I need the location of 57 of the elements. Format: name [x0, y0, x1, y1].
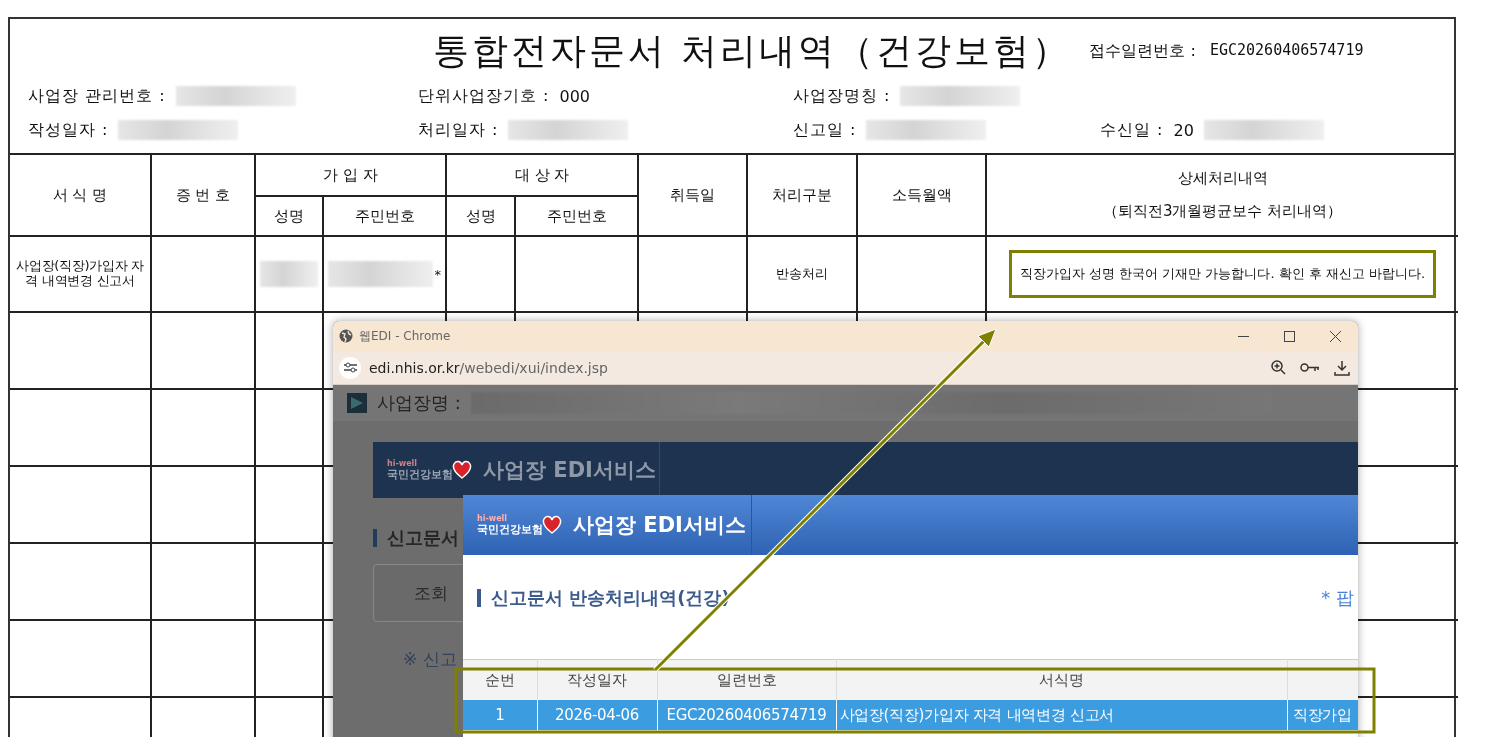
field-label: 처리일자 :: [418, 119, 499, 141]
column-header: 작성일자: [537, 659, 657, 700]
field-value: 000: [559, 86, 591, 106]
highlighted-message: 직장가입자 성명 한국어 기재만 가능합니다. 확인 후 재신고 바랍니다.: [1008, 250, 1437, 298]
column-header: 소득월액: [891, 185, 952, 204]
globe-icon: [339, 329, 353, 343]
table-cell: 반송처리: [776, 266, 829, 281]
field-label: 단위사업장기호 :: [418, 85, 550, 107]
service-title: 사업장 EDI서비스: [573, 512, 746, 539]
column-header: 증 번 호: [175, 185, 231, 204]
column-header: 상세처리내역: [1177, 169, 1268, 187]
column-header: 서식명: [836, 659, 1287, 700]
window-title: 웹EDI - Chrome: [359, 327, 451, 345]
column-header: 주민번호: [323, 196, 446, 236]
popup-title: 신고문서 반송처리내역(건강): [491, 586, 730, 610]
logo: hi-well 국민건강보험: [477, 515, 563, 535]
table-cell: 사업장(직장)가입자 자격 내역변경 신고서: [839, 705, 1114, 724]
zoom-in-icon[interactable]: [1271, 360, 1286, 375]
table-cell: 1: [495, 706, 505, 724]
address-field[interactable]: edi.nhis.or.kr/webedi/xui/index.jsp: [369, 359, 608, 376]
field-label: 작성일자 :: [28, 119, 109, 141]
app-icon: [347, 393, 367, 413]
field-label: 사업장명칭 :: [793, 85, 891, 107]
minimize-icon: [1237, 335, 1249, 337]
table-cell: *: [434, 266, 441, 282]
note-text: ※ 신고: [403, 648, 458, 671]
field-label: 신고일 :: [793, 119, 857, 141]
download-icon[interactable]: [1334, 359, 1350, 376]
table-cell: 2026-04-06: [554, 706, 640, 724]
receipt-label: 접수일련번호 :: [1089, 40, 1196, 62]
section-title: 신고문서: [387, 526, 459, 550]
service-title: 사업장 EDI서비스: [483, 457, 656, 484]
business-name-label: 사업장명 :: [377, 391, 461, 415]
maximize-icon: [1283, 330, 1295, 342]
column-header: 취득일: [670, 185, 716, 204]
field-label: 사업장 관리번호 :: [28, 85, 166, 107]
column-subheader: （퇴직전3개월평균보수 처리내역）: [1101, 202, 1344, 221]
key-icon[interactable]: [1300, 362, 1320, 373]
column-header: 성명: [255, 196, 323, 236]
column-header: 순번: [463, 659, 537, 700]
field-label: 수신일 :: [1100, 119, 1164, 141]
notice-text: * 팝: [1321, 586, 1355, 610]
column-header: 일련번호: [657, 659, 836, 700]
table-cell-text: 사업장(직장)가입자 자격 내역변경 신고서: [15, 259, 145, 289]
column-header: 처리구분: [772, 185, 833, 204]
column-header: 성명: [446, 196, 515, 236]
site-settings-icon[interactable]: [339, 356, 361, 379]
close-icon: [1329, 330, 1341, 342]
table-cell: 직장가입: [1293, 705, 1352, 724]
column-group-header: 가 입 자: [255, 155, 446, 196]
document-title: 통합전자문서 처리내역（건강보험）: [433, 28, 1072, 73]
field-value: 20: [1173, 120, 1194, 140]
column-header: 서 식 명: [52, 185, 108, 204]
receipt-number: EGC20260406574719: [1209, 40, 1364, 61]
logo: hi-well 국민건강보험: [387, 460, 473, 480]
table-cell: EGC20260406574719: [666, 706, 827, 724]
column-group-header: 대 상 자: [446, 155, 639, 196]
